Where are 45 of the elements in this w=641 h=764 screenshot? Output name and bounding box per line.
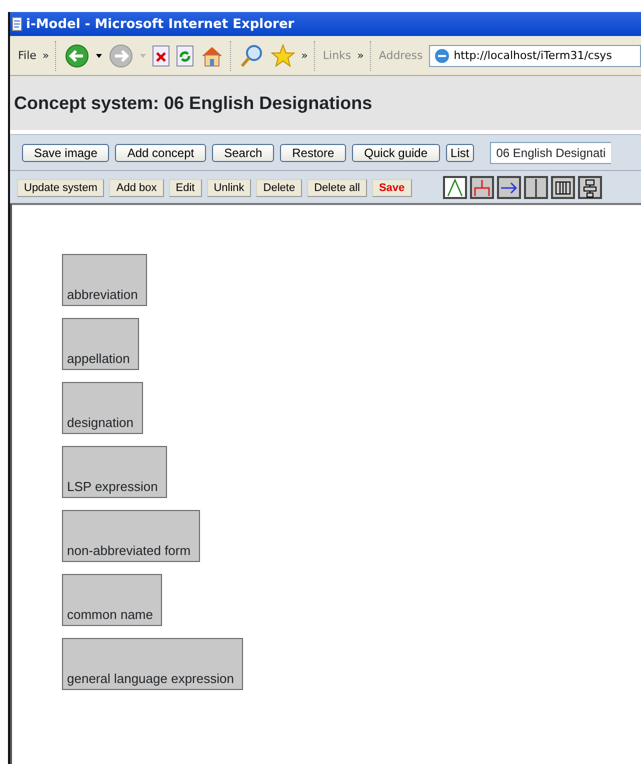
concept-box[interactable]: general language expression: [62, 638, 243, 690]
stack-icon: [580, 178, 599, 198]
stop-icon[interactable]: [152, 44, 170, 66]
system-select[interactable]: 06 English Designati: [490, 142, 611, 164]
concept-box[interactable]: abbreviation: [62, 254, 147, 306]
toolbar-button[interactable]: Restore: [280, 144, 346, 162]
toolbar-button[interactable]: Quick guide: [352, 144, 440, 162]
concept-box[interactable]: non-abbreviated form: [62, 510, 200, 562]
link-tool-button[interactable]: [470, 176, 494, 199]
toolbar-button[interactable]: Save image: [22, 144, 110, 162]
chevron[interactable]: »: [357, 49, 364, 62]
concept-box[interactable]: appellation: [62, 318, 139, 370]
toolbar-button[interactable]: Search: [212, 144, 274, 162]
edit-button[interactable]: Update system: [17, 178, 104, 196]
toolbar-button[interactable]: Add concept: [115, 144, 206, 162]
vertical-line-icon: [534, 178, 538, 198]
link-tool-button[interactable]: [496, 176, 521, 199]
edit-button[interactable]: Edit: [168, 178, 202, 196]
chevron[interactable]: »: [42, 49, 50, 62]
forward-icon[interactable]: [108, 42, 134, 68]
link-tool-button[interactable]: [442, 176, 467, 199]
edit-button[interactable]: Add box: [109, 178, 164, 196]
toolbar-button[interactable]: List: [446, 144, 474, 162]
concept-box[interactable]: LSP expression: [62, 446, 167, 498]
star-icon[interactable]: [271, 44, 296, 68]
edit-button[interactable]: Unlink: [206, 178, 252, 196]
concept-box[interactable]: designation: [62, 382, 142, 434]
refresh-icon[interactable]: [176, 44, 194, 66]
edit-button[interactable]: Delete: [256, 178, 302, 196]
file-menu[interactable]: File: [18, 49, 36, 62]
link-tool-button[interactable]: [524, 176, 548, 199]
link-tool-button[interactable]: [550, 176, 575, 199]
caret-icon[interactable]: [96, 54, 102, 58]
concept-box[interactable]: common name: [62, 574, 162, 626]
address-label: Address: [378, 49, 423, 62]
triangle-line-icon: [446, 178, 464, 198]
link-tool-button[interactable]: [578, 176, 602, 199]
back-icon[interactable]: [64, 42, 90, 68]
tree-icon: [472, 178, 491, 198]
address-field[interactable]: http://localhost/iTerm31/csys: [428, 44, 641, 66]
page-title: Concept system: 06 English Designations: [14, 92, 372, 114]
window-title: i-Model - Microsoft Internet Explorer: [26, 16, 294, 32]
edit-button[interactable]: Save: [372, 178, 412, 196]
chevron[interactable]: »: [301, 49, 308, 62]
edit-button[interactable]: Delete all: [307, 178, 367, 196]
